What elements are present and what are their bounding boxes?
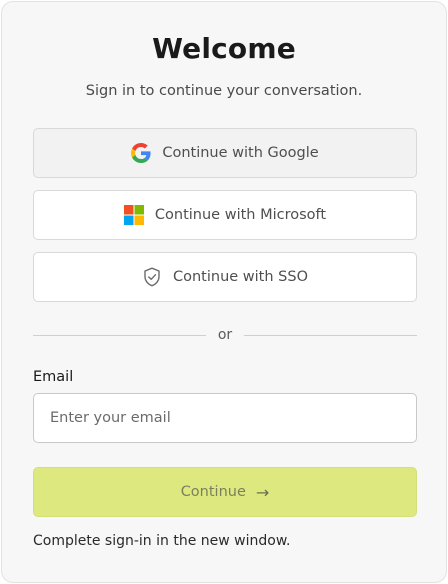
sign-in-card: Welcome Sign in to continue your convers…	[1, 1, 447, 583]
microsoft-icon	[123, 205, 144, 225]
divider-text: or	[217, 327, 233, 343]
shield-check-icon	[142, 267, 162, 287]
continue-with-google-button[interactable]: Continue with Google	[33, 128, 417, 178]
continue-with-sso-label: Continue with SSO	[172, 269, 308, 285]
email-input[interactable]	[33, 393, 417, 443]
arrow-right-icon: →	[255, 482, 270, 502]
google-icon	[131, 143, 151, 163]
continue-with-sso-button[interactable]: Continue with SSO	[33, 252, 417, 302]
continue-with-microsoft-label: Continue with Microsoft	[154, 207, 327, 223]
continue-with-google-label: Continue with Google	[162, 145, 319, 161]
or-divider: or	[33, 325, 418, 345]
status-note: Complete sign-in in the new window.	[33, 533, 291, 549]
continue-button[interactable]: Continue →	[33, 467, 417, 517]
page-title: Welcome	[152, 32, 296, 65]
page-subtitle: Sign in to continue your conversation.	[85, 83, 363, 99]
divider-line-left	[33, 334, 206, 336]
continue-with-microsoft-button[interactable]: Continue with Microsoft	[33, 190, 417, 240]
divider-line-right	[244, 334, 418, 336]
email-label: Email	[33, 369, 74, 385]
continue-label: Continue	[180, 484, 246, 500]
